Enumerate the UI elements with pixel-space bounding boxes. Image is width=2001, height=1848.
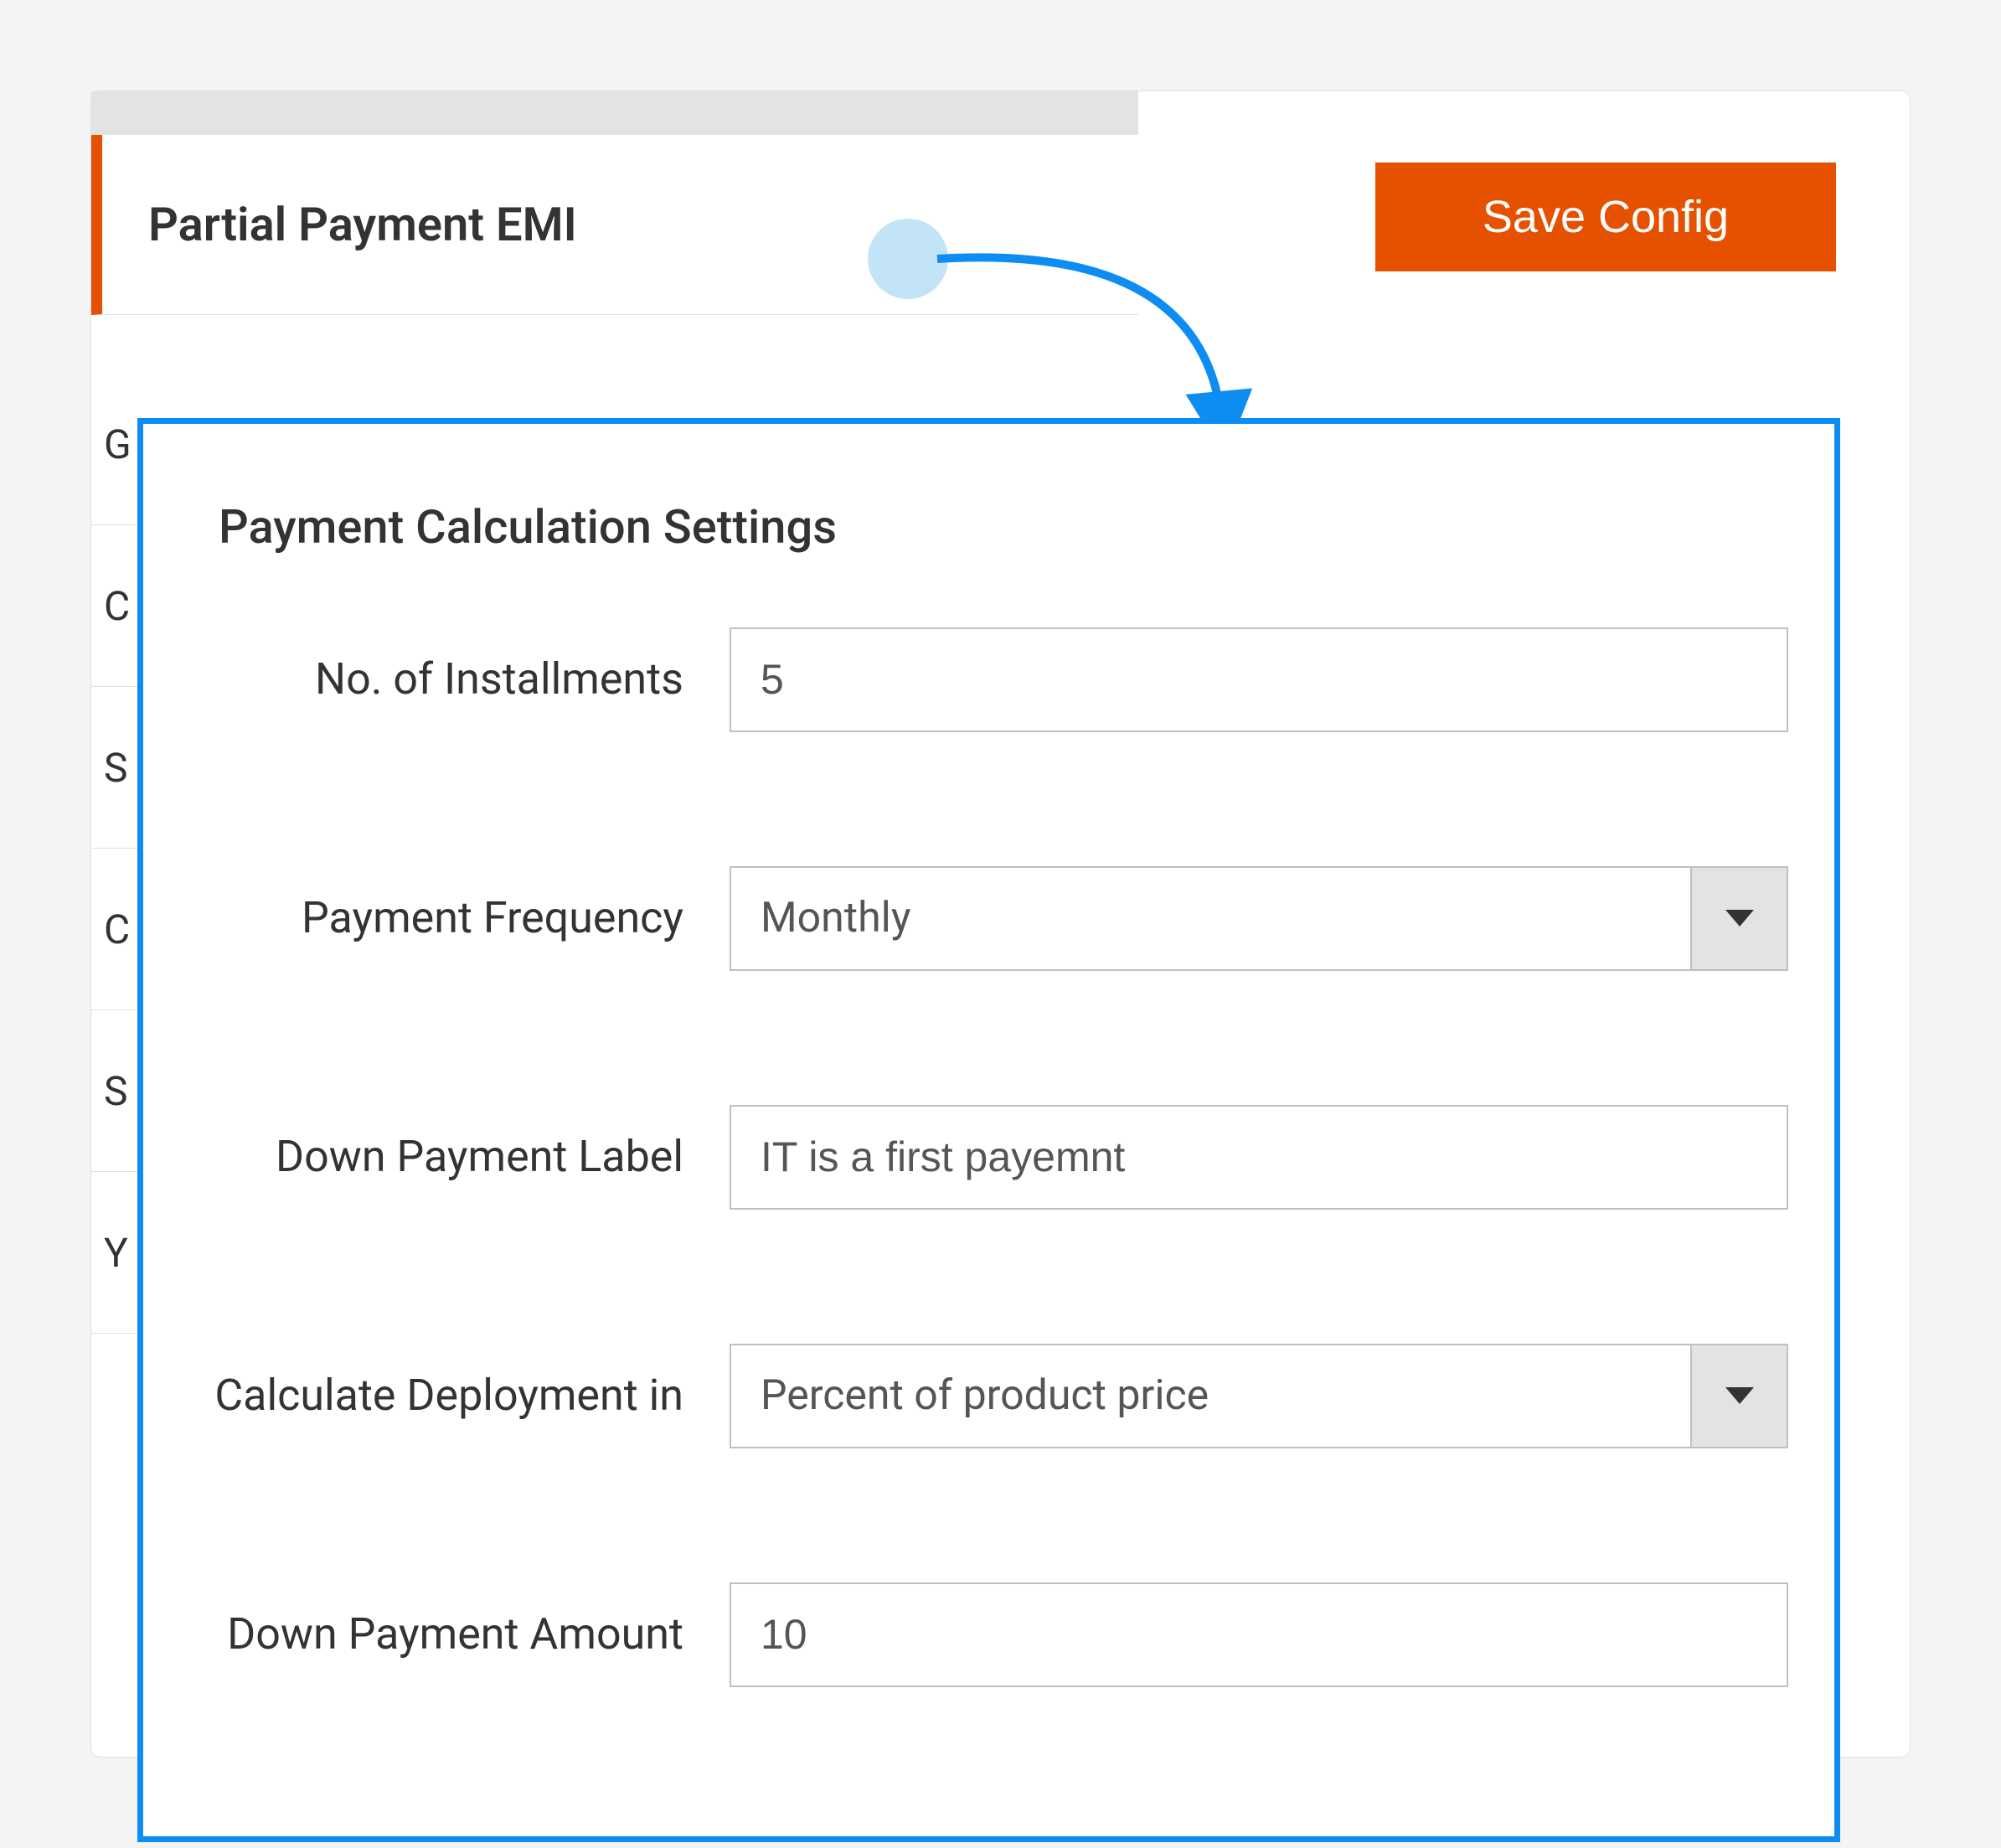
payment-frequency-row: Payment Frequency Monthly [143,855,1834,981]
payment-frequency-select[interactable]: Monthly [730,866,1788,971]
down-payment-label-label: Down Payment Label [143,1128,730,1186]
sidebar-item[interactable]: C [91,525,137,687]
down-payment-amount-row: Down Payment Amount [143,1572,1834,1697]
calculate-deployment-select[interactable]: Percent of product price [730,1344,1788,1448]
calculate-deployment-row: Calculate Deployment in Percent of produ… [143,1333,1834,1458]
form-rows: No. of Installments Payment Frequency Mo… [143,617,1834,1810]
installments-label: No. of Installments [143,650,730,709]
down-payment-label-row: Down Payment Label [143,1094,1834,1220]
down-payment-amount-input[interactable] [730,1582,1788,1687]
down-payment-amount-label: Down Payment Amount [143,1605,730,1664]
calculate-deployment-label: Calculate Deployment in [143,1366,730,1425]
chevron-down-icon [1690,1345,1787,1447]
sidebar: G C S C S Y [91,364,137,1334]
tab-header[interactable]: Partial Payment EMI [91,135,1138,315]
installments-input[interactable] [730,627,1788,732]
payment-frequency-label: Payment Frequency [143,889,730,947]
sidebar-item[interactable]: G [91,364,137,525]
panel-title: Payment Calculation Settings [219,499,837,555]
save-config-label: Save Config [1483,191,1729,243]
config-panel: Partial Payment EMI Save Config G C S C … [90,90,1911,1758]
save-config-button[interactable]: Save Config [1375,163,1836,271]
payment-frequency-value: Monthly [731,894,1690,942]
installments-row: No. of Installments [143,617,1834,742]
sidebar-item[interactable]: S [91,687,137,849]
sidebar-item[interactable]: S [91,1010,137,1172]
top-bar [91,91,1138,135]
sidebar-item[interactable]: C [91,849,137,1010]
tab-title: Partial Payment EMI [148,197,577,252]
payment-calculation-settings-panel: Payment Calculation Settings No. of Inst… [137,418,1840,1842]
calculate-deployment-value: Percent of product price [731,1371,1690,1420]
sidebar-item[interactable]: Y [91,1172,137,1334]
chevron-down-icon [1690,868,1787,969]
down-payment-label-input[interactable] [730,1105,1788,1210]
